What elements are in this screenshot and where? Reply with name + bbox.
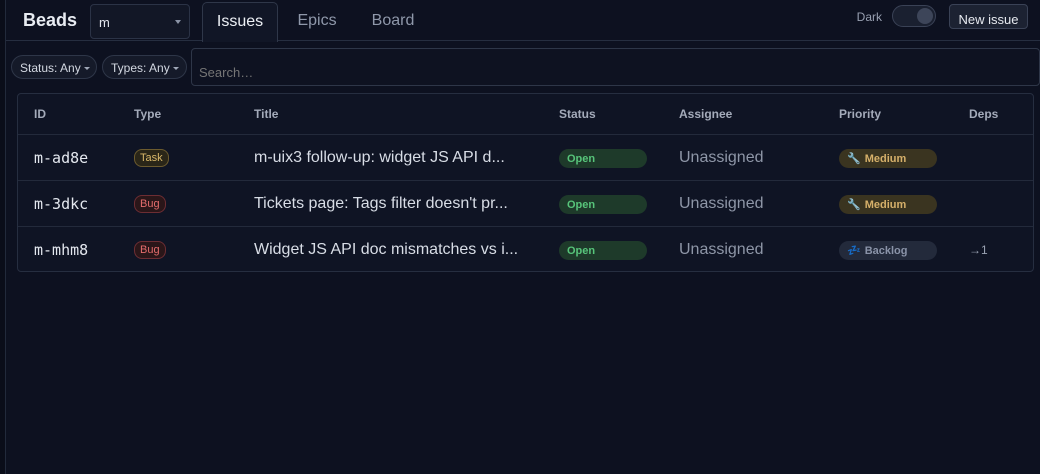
table-row[interactable]: m-mhm8 Bug Widget JS API doc mismatches … [18,226,1033,272]
types-filter-label: Types: Any [111,61,170,75]
priority-label: Medium [864,198,907,211]
status-cell: Open [559,181,647,227]
chevron-down-icon [175,20,181,24]
assignee[interactable]: Unassigned [679,227,764,273]
column-header-type[interactable]: Type [134,107,161,121]
app-brand: Beads [23,10,78,30]
wrench-icon: 🔧 [847,152,861,165]
tab-board[interactable]: Board [360,2,426,41]
deps[interactable]: →1 [969,227,988,273]
issue-title[interactable]: m-uix3 follow-up: widget JS API d... [254,135,505,181]
assignee[interactable]: Unassigned [679,181,764,227]
column-header-assignee[interactable]: Assignee [679,107,732,121]
status-badge[interactable]: Open [559,240,647,260]
workspace-value: m [99,15,110,30]
types-filter[interactable]: Types: Any [102,55,187,79]
type-cell: Bug [134,227,166,273]
issue-id[interactable]: m-mhm8 [34,227,88,273]
status-filter[interactable]: Status: Any [11,55,97,79]
column-header-deps[interactable]: Deps [969,107,998,121]
issue-title[interactable]: Tickets page: Tags filter doesn't pr... [254,181,508,227]
chevron-down-icon [172,67,179,71]
issues-table: ID Type Title Status Assignee Priority D… [17,93,1034,272]
tab-epics[interactable]: Epics [286,2,348,41]
issue-id[interactable]: m-ad8e [34,135,88,181]
priority-badge[interactable]: 🔧 Medium [839,148,937,168]
chevron-down-icon [83,67,90,71]
wrench-icon: 🔧 [847,198,861,211]
assignee[interactable]: Unassigned [679,135,764,181]
column-header-priority[interactable]: Priority [839,107,881,121]
tab-issues[interactable]: Issues [202,2,278,42]
status-badge[interactable]: Open [559,148,647,168]
priority-label: Backlog [864,244,908,257]
status-badge[interactable]: Open [559,194,647,214]
column-header-id[interactable]: ID [34,107,46,121]
type-badge: Bug [134,195,166,213]
priority-label: Medium [864,152,907,165]
priority-badge[interactable]: 💤 Backlog [839,240,937,260]
priority-cell: 💤 Backlog [839,227,937,273]
new-issue-button[interactable]: New issue [949,4,1028,29]
left-edge [0,0,6,474]
type-cell: Bug [134,181,166,227]
column-header-title[interactable]: Title [254,107,278,121]
status-filter-label: Status: Any [20,61,81,75]
priority-badge[interactable]: 🔧 Medium [839,194,937,214]
column-header-status[interactable]: Status [559,107,596,121]
status-cell: Open [559,135,647,181]
issue-id[interactable]: m-3dkc [34,181,88,227]
app-header: Beads m Issues Epics Board Dark New issu… [6,0,1040,42]
type-cell: Task [134,135,169,181]
toggle-knob [917,8,933,24]
issue-title[interactable]: Widget JS API doc mismatches vs i... [254,227,518,273]
priority-cell: 🔧 Medium [839,135,937,181]
zzz-icon: 💤 [847,244,861,257]
status-cell: Open [559,227,647,273]
table-row[interactable]: m-ad8e Task m-uix3 follow-up: widget JS … [18,134,1033,180]
theme-label: Dark [856,10,882,24]
workspace-select[interactable]: m [90,4,190,39]
type-badge: Bug [134,241,166,259]
type-badge: Task [134,149,169,167]
theme-toggle[interactable] [892,5,936,27]
table-row[interactable]: m-3dkc Bug Tickets page: Tags filter doe… [18,180,1033,226]
priority-cell: 🔧 Medium [839,181,937,227]
search-input[interactable] [191,48,1040,86]
